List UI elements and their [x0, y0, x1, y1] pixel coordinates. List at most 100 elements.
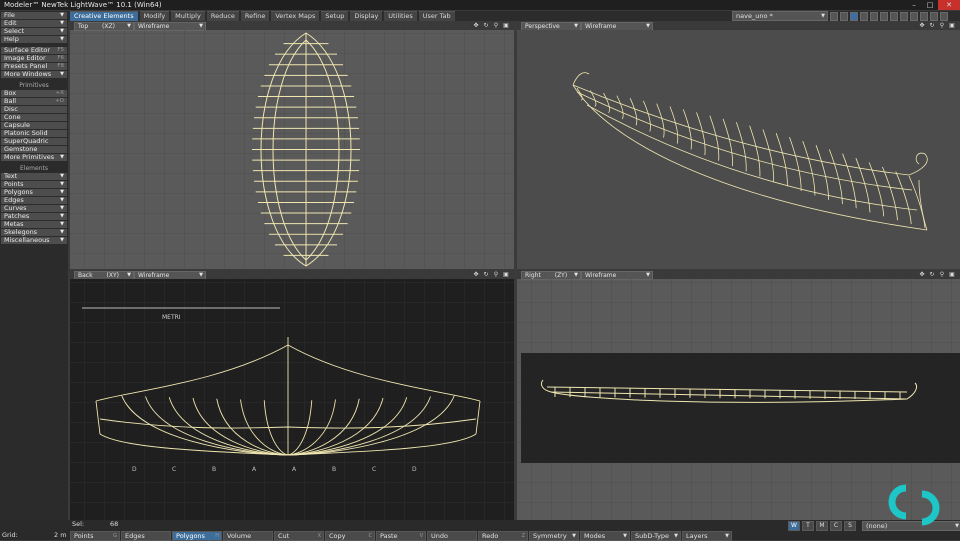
rotate-icon[interactable]: ↻: [482, 271, 490, 278]
mode-button-m[interactable]: M: [816, 521, 828, 531]
sidebar-item-box[interactable]: Box +X: [1, 90, 67, 97]
chevron-down-icon: ▼: [60, 205, 64, 211]
viewport-canvas[interactable]: [70, 30, 514, 269]
sidebar-item-patches[interactable]: Patches ▼: [1, 213, 67, 220]
viewport-controls: ✥ ↻ ⚲ ▣: [916, 22, 956, 29]
zoom-icon[interactable]: ⚲: [938, 271, 946, 278]
sidebar-item-platonic-solid[interactable]: Platonic Solid: [1, 130, 67, 137]
rotate-icon[interactable]: ↻: [928, 22, 936, 29]
viewport-back[interactable]: Back (XY) ▼ Wireframe ▼ ✥ ↻ ⚲ ▣ METRI D …: [70, 270, 514, 520]
sidebar-item-gemstone[interactable]: Gemstone: [1, 146, 67, 153]
rotate-icon[interactable]: ↻: [482, 22, 490, 29]
tab-reduce[interactable]: Reduce: [206, 11, 239, 21]
move-icon[interactable]: ✥: [918, 271, 926, 278]
button-label: Edges: [125, 532, 145, 540]
layer-toggle[interactable]: [890, 11, 898, 21]
sidebar-item-help[interactable]: Help ▼: [1, 36, 67, 43]
viewport-header: Top (XZ) ▼ Wireframe ▼ ✥ ↻ ⚲ ▣: [70, 21, 514, 31]
tab-refine[interactable]: Refine: [240, 11, 270, 21]
layer-toggle[interactable]: [870, 11, 878, 21]
sidebar-item-skelegons[interactable]: Skelegons ▼: [1, 229, 67, 236]
layer-toggle[interactable]: [880, 11, 888, 21]
chevron-down-icon: ▼: [60, 173, 64, 179]
close-icon[interactable]: ✕: [938, 0, 960, 10]
sidebar-item-curves[interactable]: Curves ▼: [1, 205, 67, 212]
layer-toggle[interactable]: [830, 11, 838, 21]
button-label: Copy: [329, 532, 346, 540]
sidebar-item-capsule[interactable]: Capsule: [1, 122, 67, 129]
layer-toggle[interactable]: [910, 11, 918, 21]
station-label: D: [412, 466, 417, 473]
layer-toggle[interactable]: [930, 11, 938, 21]
move-icon[interactable]: ✥: [472, 22, 480, 29]
viewport-perspective[interactable]: Perspective ▼ Wireframe ▼ ✥ ↻ ⚲ ▣: [517, 21, 960, 269]
tab-utilities[interactable]: Utilities: [384, 11, 417, 21]
maximize-icon[interactable]: ▣: [948, 271, 956, 278]
move-icon[interactable]: ✥: [918, 22, 926, 29]
tab-display[interactable]: Display: [350, 11, 383, 21]
layer-toggle[interactable]: [900, 11, 908, 21]
chevron-down-icon: ▼: [674, 533, 678, 539]
layer-toggle[interactable]: [860, 11, 868, 21]
sidebar-item-ball[interactable]: Ball +O: [1, 98, 67, 105]
layer-toggle[interactable]: [850, 11, 858, 21]
sidebar-item-presets-panel[interactable]: Presets Panel F8: [1, 63, 67, 70]
sidebar-item-select[interactable]: Select ▼: [1, 28, 67, 35]
zoom-icon[interactable]: ⚲: [492, 271, 500, 278]
view-type-label: Top: [78, 23, 89, 30]
sidebar-item-more-primitives[interactable]: More Primitives ▼: [1, 154, 67, 161]
maximize-icon[interactable]: ▣: [948, 22, 956, 29]
mode-button-s[interactable]: S: [844, 521, 856, 531]
viewport-header: Back (XY) ▼ Wireframe ▼ ✥ ↻ ⚲ ▣: [70, 270, 514, 280]
button-label: Paste: [380, 532, 398, 540]
viewport-canvas[interactable]: [517, 30, 960, 269]
chevron-down-icon: ▼: [623, 533, 627, 539]
rotate-icon[interactable]: ↻: [928, 271, 936, 278]
sidebar-item-polygons[interactable]: Polygons ▼: [1, 189, 67, 196]
tab-multiply[interactable]: Multiply: [171, 11, 205, 21]
view-type-label: Back: [78, 272, 93, 279]
view-type-label: Perspective: [525, 23, 560, 30]
zoom-icon[interactable]: ⚲: [492, 22, 500, 29]
mode-button-t[interactable]: T: [802, 521, 814, 531]
shortcut-hint: F8: [57, 63, 64, 69]
tab-vertex-maps[interactable]: Vertex Maps: [271, 11, 320, 21]
sidebar-item-text[interactable]: Text ▼: [1, 173, 67, 180]
sidebar-item-image-editor[interactable]: Image Editor F6: [1, 55, 67, 62]
sidebar-item-edit[interactable]: Edit ▼: [1, 20, 67, 27]
sidebar-item-edges[interactable]: Edges ▼: [1, 197, 67, 204]
sidebar-item-more-windows[interactable]: More Windows ▼: [1, 71, 67, 78]
layer-toggle[interactable]: [920, 11, 928, 21]
sidebar-item-miscellaneous[interactable]: Miscellaneous ▼: [1, 237, 67, 244]
sidebar-item-points[interactable]: Points ▼: [1, 181, 67, 188]
sidebar-item-surface-editor[interactable]: Surface Editor F5: [1, 47, 67, 54]
maximize-icon[interactable]: □: [922, 0, 938, 10]
zoom-icon[interactable]: ⚲: [938, 22, 946, 29]
sidebar-item-label: Image Editor: [4, 54, 46, 62]
grid-size: 2 m: [54, 531, 67, 539]
mode-button-c[interactable]: C: [830, 521, 842, 531]
layer-toggle[interactable]: [840, 11, 848, 21]
layer-toggle[interactable]: [940, 11, 948, 21]
sidebar-item-superquadric[interactable]: SuperQuadric: [1, 138, 67, 145]
sidebar-item-file[interactable]: File ▼: [1, 12, 67, 19]
tab-creative-elements[interactable]: Creative Elements: [70, 11, 138, 21]
tab-modify[interactable]: Modify: [139, 11, 170, 21]
sidebar-item-metas[interactable]: Metas ▼: [1, 221, 67, 228]
tab-user-tab[interactable]: User Tab: [418, 11, 455, 21]
maximize-icon[interactable]: ▣: [502, 271, 510, 278]
tab-setup[interactable]: Setup: [321, 11, 349, 21]
minimize-icon[interactable]: –: [906, 0, 922, 10]
viewport-top[interactable]: Top (XZ) ▼ Wireframe ▼ ✥ ↻ ⚲ ▣: [70, 21, 514, 269]
object-selector[interactable]: nave_uno * ▼: [732, 11, 828, 21]
mode-button-w[interactable]: W: [788, 521, 800, 531]
sidebar-item-label: Help: [4, 35, 19, 43]
chevron-down-icon: ▼: [199, 23, 203, 29]
sidebar-item-disc[interactable]: Disc: [1, 106, 67, 113]
sidebar-item-label: Box: [4, 89, 17, 97]
maximize-icon[interactable]: ▣: [502, 22, 510, 29]
viewport-canvas[interactable]: METRI DCBAABCD: [70, 279, 514, 520]
sel-label: Sel:: [72, 520, 85, 528]
move-icon[interactable]: ✥: [472, 271, 480, 278]
sidebar-item-cone[interactable]: Cone: [1, 114, 67, 121]
